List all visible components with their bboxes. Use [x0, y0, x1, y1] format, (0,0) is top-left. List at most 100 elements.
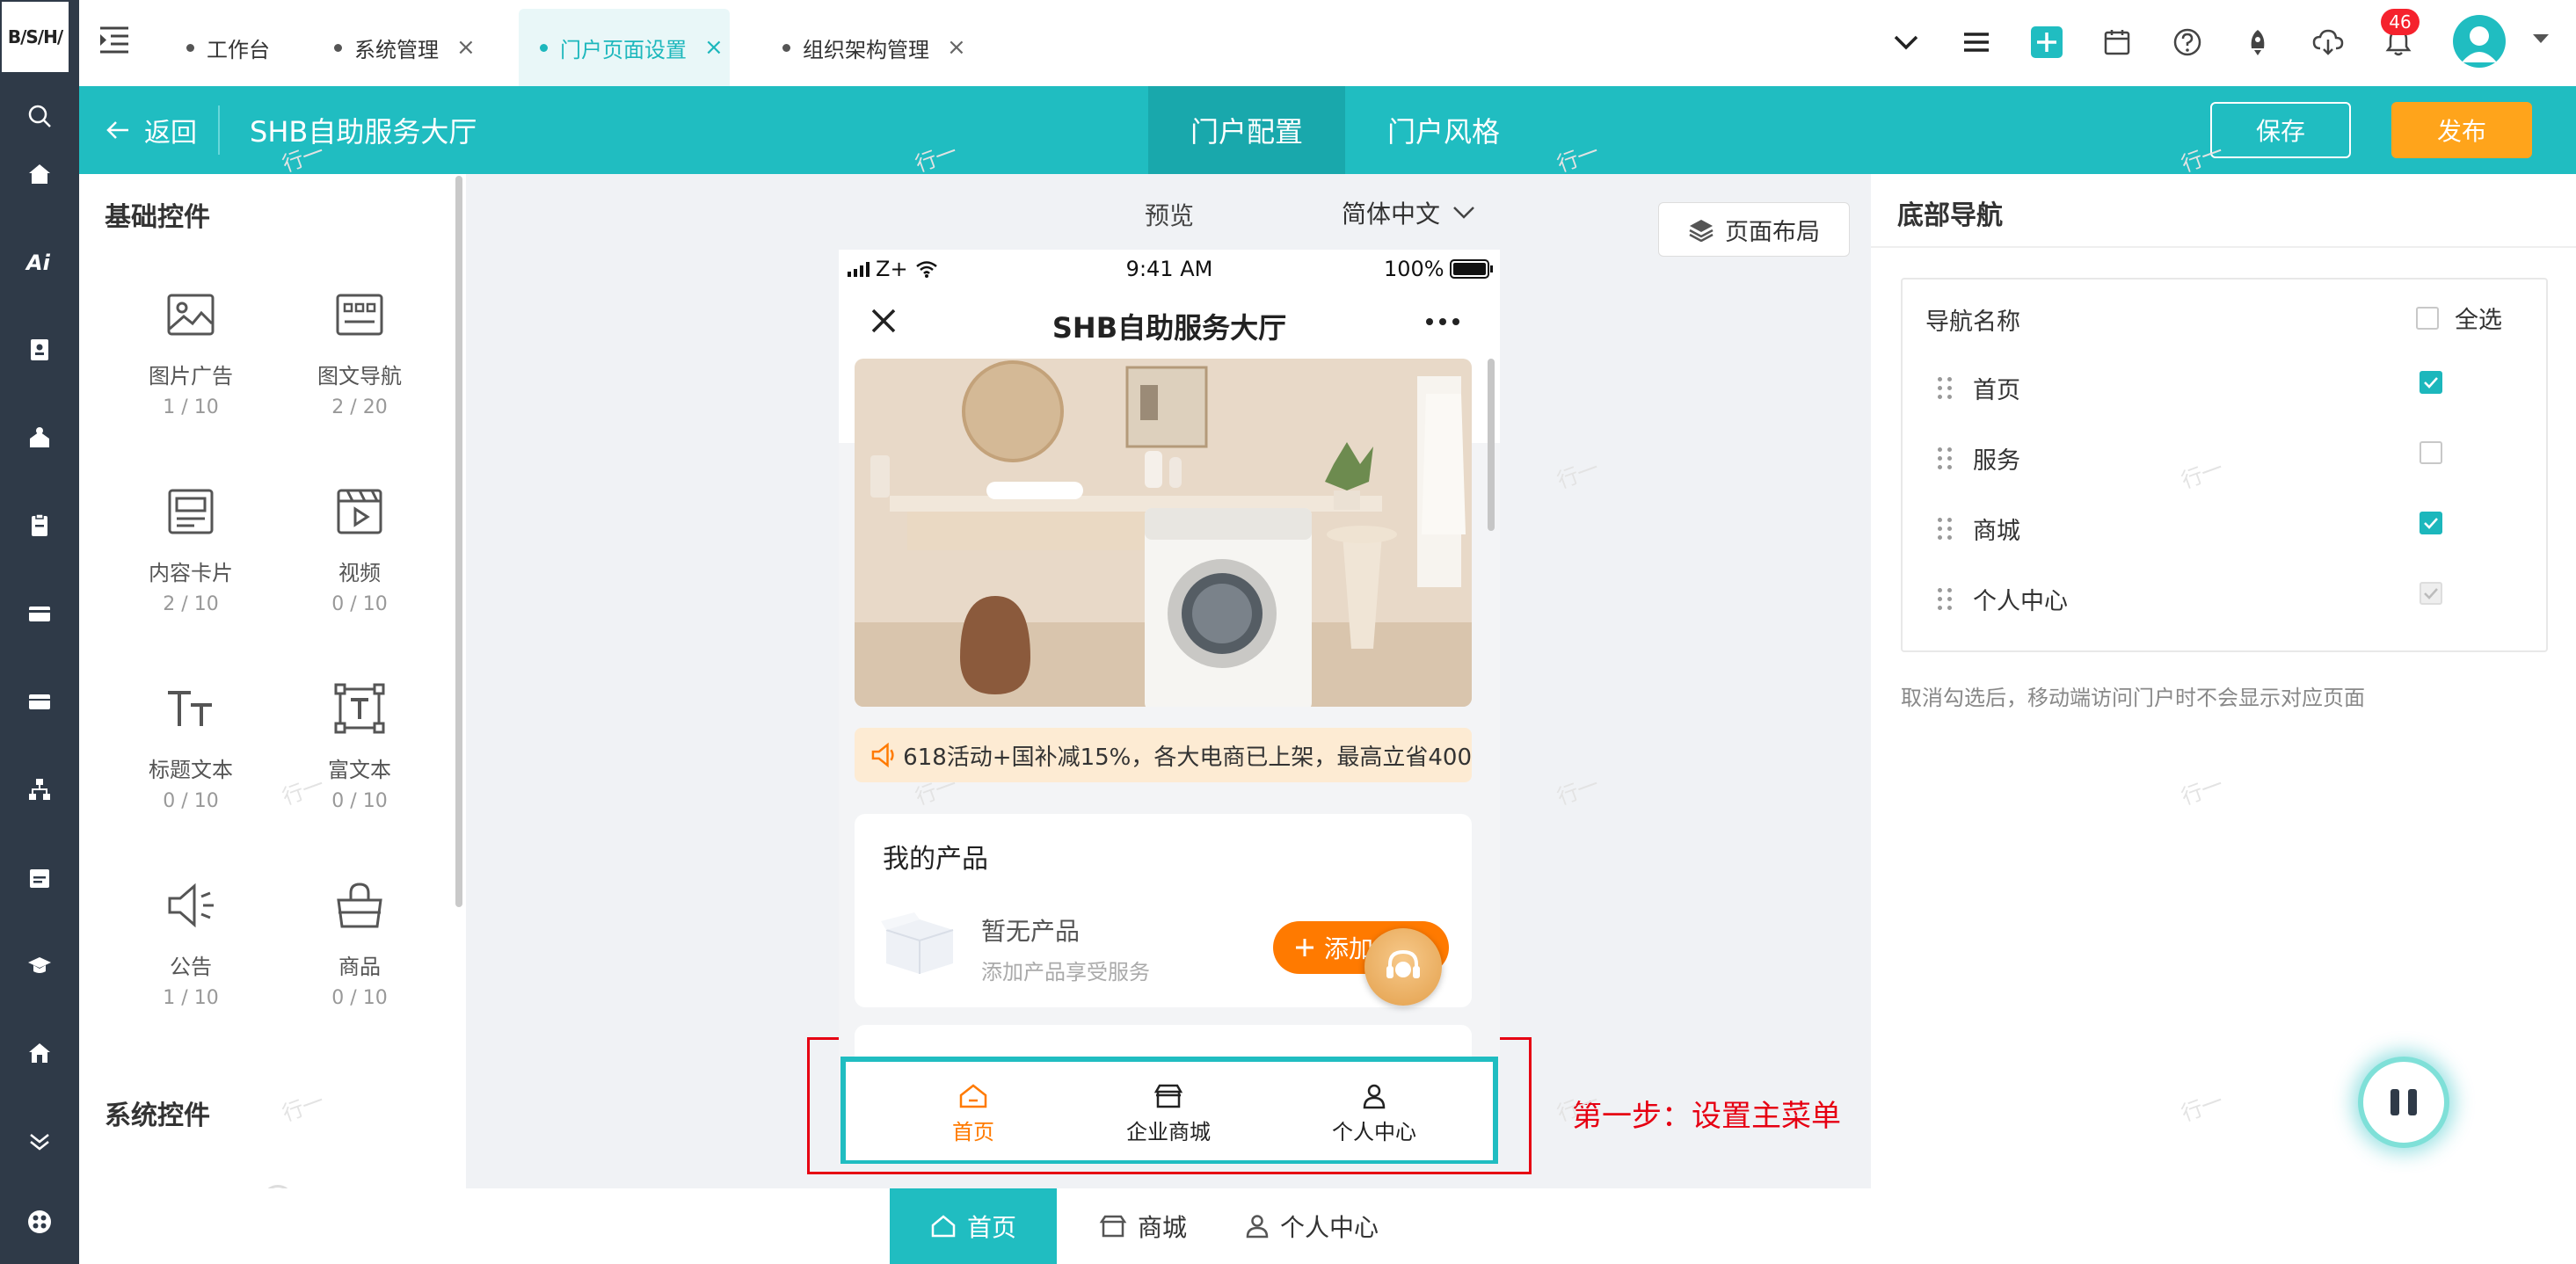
notice-text: 618活动+国补减15%，各大电商已上架，最高立省400 — [903, 744, 1472, 771]
graduation-cap-icon[interactable] — [22, 948, 57, 983]
calendar-icon[interactable] — [2094, 19, 2140, 65]
widget-image-nav[interactable]: 图文导航 2 / 20 — [289, 287, 430, 418]
widget-panel-scrollbar[interactable] — [455, 176, 462, 907]
bottom-tab-personal-center[interactable]: 个人中心 — [1245, 1188, 1379, 1264]
checkbox-home[interactable] — [2420, 371, 2442, 394]
calendar-check-icon[interactable] — [22, 860, 57, 895]
tab-portal-page-settings[interactable]: 门户页面设置 × — [519, 9, 730, 86]
customer-service-icon[interactable] — [1364, 928, 1442, 1006]
widget-count: 1 / 10 — [163, 987, 219, 1009]
apps-icon[interactable] — [22, 1204, 57, 1239]
rocket-icon[interactable] — [2235, 19, 2281, 65]
svg-text:Ai: Ai — [25, 251, 51, 275]
org-tree-icon[interactable] — [22, 772, 57, 807]
plus-icon — [1296, 939, 1313, 956]
nav-list-box: 导航名称 全选 首页 服务 商城 个人中心 — [1901, 278, 2548, 652]
shop-icon — [1099, 1215, 1127, 1238]
back-label: 返回 — [144, 118, 197, 149]
banner-image[interactable] — [855, 359, 1472, 707]
save-button[interactable]: 保存 — [2210, 102, 2351, 158]
close-icon[interactable]: × — [456, 34, 476, 61]
next-card-top — [855, 1025, 1472, 1060]
widget-product[interactable]: 商品 0 / 10 — [289, 877, 430, 1009]
tab-dot — [186, 43, 194, 52]
nav-row-personal-center[interactable]: 个人中心 — [1938, 582, 2068, 616]
tab-workbench[interactable]: 工作台 — [185, 9, 343, 86]
wallet-icon[interactable] — [22, 684, 57, 719]
phone-scrollbar[interactable] — [1488, 359, 1495, 531]
more-icon[interactable] — [1426, 318, 1459, 325]
widget-count: 0 / 10 — [163, 790, 219, 812]
app-logo: B/S/H/ — [0, 0, 70, 74]
nav-item-home[interactable]: 首页 — [916, 1083, 1030, 1145]
header-divider — [218, 105, 220, 155]
no-product-subtext: 添加产品享受服务 — [981, 960, 1150, 984]
page-layout-button[interactable]: 页面布局 — [1658, 202, 1850, 257]
widget-video[interactable]: 视频 0 / 10 — [289, 483, 430, 615]
system-widgets-title: 系统控件 — [105, 1101, 210, 1131]
close-icon[interactable]: × — [947, 34, 966, 61]
contact-card-icon[interactable] — [22, 332, 57, 367]
video-icon — [331, 483, 388, 540]
checkbox-mall[interactable] — [2420, 512, 2442, 534]
tab-system-management[interactable]: 系统管理 × — [334, 9, 510, 86]
caret-down-icon[interactable] — [2532, 33, 2550, 45]
add-icon[interactable] — [2024, 19, 2070, 65]
widget-count: 0 / 10 — [331, 593, 388, 615]
battery-icon — [1449, 259, 1493, 279]
widget-content-card[interactable]: 内容卡片 2 / 10 — [120, 483, 261, 615]
nav-row-service[interactable]: 服务 — [1938, 441, 2020, 476]
service-icon[interactable] — [22, 420, 57, 455]
drag-handle-icon[interactable] — [1938, 518, 1952, 540]
grid-nav-icon — [331, 287, 388, 343]
user-icon — [1363, 1084, 1386, 1109]
select-all-checkbox[interactable]: 全选 — [2416, 301, 2502, 335]
language-select[interactable]: 简体中文 — [1342, 195, 1475, 230]
list-menu-icon[interactable] — [1954, 19, 1999, 65]
bottom-tab-home[interactable]: 首页 — [890, 1188, 1057, 1264]
home-icon[interactable] — [22, 156, 57, 192]
drag-handle-icon[interactable] — [1938, 588, 1952, 610]
home-icon — [959, 1084, 987, 1108]
drag-handle-icon[interactable] — [1938, 447, 1952, 469]
preview-label[interactable]: 预览 — [1145, 197, 1194, 232]
widget-title-text[interactable]: 标题文本 0 / 10 — [120, 680, 261, 812]
title-text-icon — [163, 680, 219, 737]
widget-name: 图片广告 — [149, 364, 233, 389]
bottom-tab-mall[interactable]: 商城 — [1099, 1188, 1187, 1264]
widget-announcement[interactable]: 公告 1 / 10 — [120, 877, 261, 1009]
checkbox[interactable] — [2416, 306, 2439, 330]
floating-pause-button[interactable] — [2358, 1057, 2449, 1148]
chevron-down-icon[interactable] — [1883, 19, 1929, 65]
widget-count: 2 / 20 — [331, 396, 388, 418]
phone-title: SHB自助服务大厅 — [1052, 311, 1287, 345]
close-icon[interactable]: × — [704, 34, 724, 61]
nav-item-personal-center[interactable]: 个人中心 — [1308, 1083, 1440, 1145]
widget-image-ad[interactable]: 图片广告 1 / 10 — [120, 287, 261, 418]
house-icon[interactable] — [22, 1035, 57, 1071]
tab-portal-config[interactable]: 门户配置 — [1148, 86, 1345, 174]
tab-org-structure[interactable]: 组织架构管理 × — [782, 9, 993, 86]
search-icon[interactable] — [22, 98, 57, 134]
products-title: 我的产品 — [883, 844, 988, 875]
cloud-download-icon[interactable] — [2305, 19, 2351, 65]
ai-icon[interactable]: Ai — [22, 244, 57, 280]
nav-item-enterprise-mall[interactable]: 企业商城 — [1111, 1083, 1226, 1145]
avatar[interactable] — [2453, 15, 2506, 68]
image-icon — [163, 287, 219, 343]
back-button[interactable]: 返回 — [106, 86, 197, 174]
nav-row-mall[interactable]: 商城 — [1938, 512, 2020, 546]
double-chevron-down-icon[interactable] — [22, 1123, 57, 1159]
clipboard-icon[interactable] — [22, 508, 57, 543]
help-icon[interactable] — [2165, 19, 2210, 65]
menu-collapse-icon[interactable] — [97, 25, 132, 56]
checkbox-service[interactable] — [2420, 441, 2442, 464]
drag-handle-icon[interactable] — [1938, 377, 1952, 399]
publish-button[interactable]: 发布 — [2391, 102, 2532, 158]
tab-portal-style[interactable]: 门户风格 — [1345, 86, 1542, 174]
widget-count: 0 / 10 — [331, 987, 388, 1009]
tab-label: 组织架构管理 — [803, 37, 929, 62]
card-icon[interactable] — [22, 596, 57, 631]
nav-row-home[interactable]: 首页 — [1938, 371, 2020, 405]
content-card-icon — [163, 483, 219, 540]
